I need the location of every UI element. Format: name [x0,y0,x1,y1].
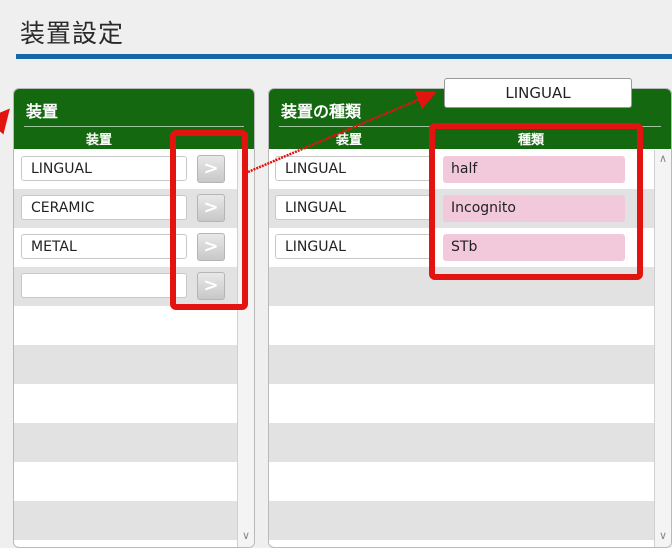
annotation-label: LINGUAL [444,78,632,108]
arrow-left-edge [0,108,10,135]
arrow-to-label [247,90,437,174]
